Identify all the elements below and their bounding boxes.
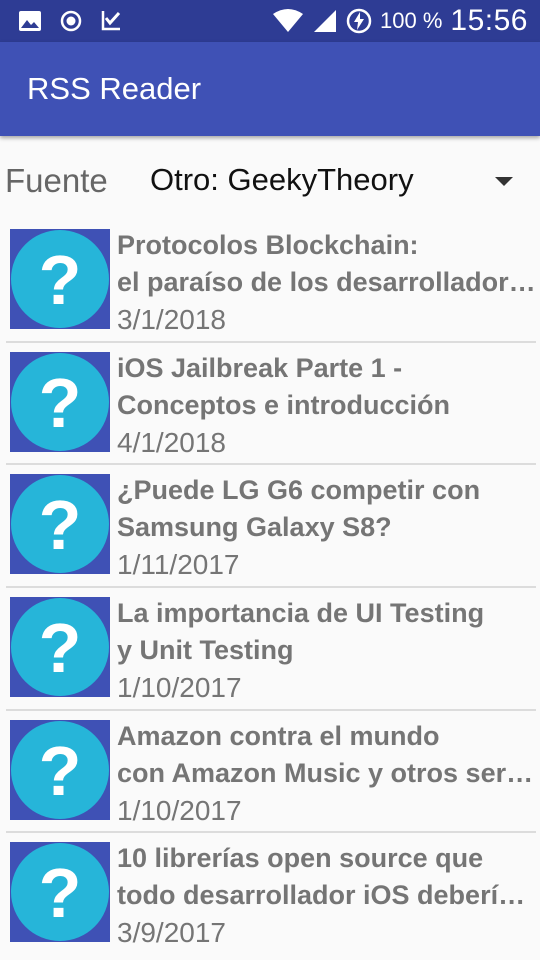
record-icon (60, 10, 82, 32)
svg-text:?: ? (39, 732, 82, 810)
placeholder-question-icon: ? (10, 842, 110, 943)
system-indicators: 100 % 15:56 (272, 4, 528, 38)
placeholder-question-icon: ? (10, 474, 110, 575)
item-title: iOS Jailbreak Parte 1 - Conceptos e intr… (117, 352, 451, 420)
item-date: 1/11/2017 (117, 549, 240, 581)
item-title: La importancia de UI Testing y Unit Test… (117, 598, 485, 666)
item-title: Amazon contra el mundo con Amazon Music … (117, 720, 537, 788)
item-date: 4/1/2018 (117, 426, 226, 458)
dropdown-arrow-icon (495, 177, 513, 186)
battery-charging-icon (346, 8, 372, 34)
feed-item[interactable]: ? Protocolos Blockchain: el paraíso de l… (0, 220, 540, 343)
svg-text:?: ? (39, 609, 82, 687)
notification-icons (18, 9, 122, 33)
app-title: RSS Reader (27, 71, 202, 106)
image-icon (19, 11, 41, 31)
feed-item[interactable]: ? iOS Jailbreak Parte 1 - Conceptos e in… (0, 343, 540, 466)
status-bar: 100 % 15:56 (0, 0, 540, 42)
svg-text:?: ? (39, 486, 82, 564)
source-selected-value: Otro: GeekyTheory (150, 162, 414, 197)
item-title: Protocolos Blockchain: el paraíso de los… (117, 230, 537, 297)
feed-item[interactable]: ? Amazon contra el mundo con Amazon Musi… (0, 711, 540, 834)
item-title: 10 librerías open source que todo desarr… (117, 843, 537, 911)
item-date: 1/10/2017 (117, 672, 242, 704)
source-label: Fuente (5, 162, 108, 199)
battery-percent: 100 % (380, 8, 443, 33)
svg-text:?: ? (39, 241, 82, 319)
item-title: ¿Puede LG G6 competir con Samsung Galaxy… (117, 475, 481, 543)
feed-item[interactable]: ? ¿Puede LG G6 competir con Samsung Gala… (0, 465, 540, 589)
download-check-icon (101, 11, 121, 31)
placeholder-question-icon: ? (10, 719, 110, 820)
item-date: 1/10/2017 (117, 794, 242, 826)
feed-list: ? Protocolos Blockchain: el paraíso de l… (0, 220, 540, 956)
source-row: Fuente Otro: GeekyTheory (0, 150, 540, 214)
item-date: 3/1/2018 (117, 304, 226, 335)
signal-icon (314, 10, 337, 32)
placeholder-question-icon: ? (10, 597, 110, 698)
placeholder-question-icon: ? (10, 229, 110, 329)
feed-item[interactable]: ? 10 librerías open source que todo desa… (0, 833, 540, 956)
app-bar: RSS Reader (0, 42, 540, 136)
item-date: 3/9/2017 (117, 917, 226, 949)
svg-text:?: ? (39, 854, 82, 932)
feed-item[interactable]: ? La importancia de UI Testing y Unit Te… (0, 588, 540, 711)
wifi-icon (273, 9, 304, 32)
source-dropdown[interactable]: Otro: GeekyTheory (150, 162, 525, 206)
clock: 15:56 (450, 4, 528, 37)
svg-text:?: ? (39, 364, 82, 442)
placeholder-question-icon: ? (10, 351, 110, 452)
